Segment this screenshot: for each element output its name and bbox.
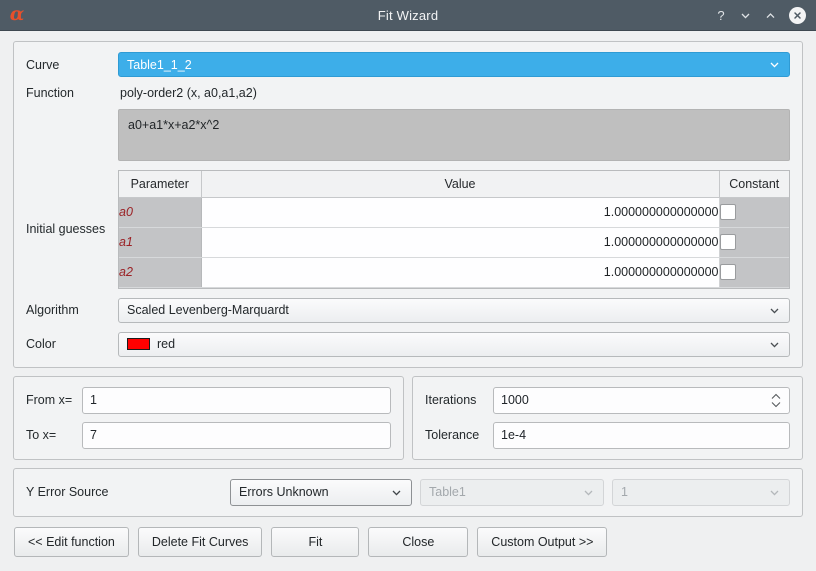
window-title: Fit Wizard [0, 8, 816, 23]
table-row: a1 1.000000000000000 [119, 227, 789, 257]
to-x-label: To x= [26, 428, 82, 442]
fit-button[interactable]: Fit [271, 527, 359, 557]
iterations-input[interactable]: 1000 [493, 387, 790, 414]
minimize-button[interactable] [739, 9, 753, 22]
chevron-down-icon [768, 58, 781, 71]
y-error-source-value: Errors Unknown [239, 485, 329, 499]
column-header-parameter: Parameter [119, 171, 201, 197]
to-x-row: To x= 7 [26, 422, 391, 449]
x-range-group: From x= 1 To x= 7 [13, 376, 404, 460]
delete-fit-curves-button[interactable]: Delete Fit Curves [138, 527, 263, 557]
chevron-down-icon [390, 486, 403, 499]
solver-group: Iterations 1000 Tolerance 1e-4 [412, 376, 803, 460]
app-logo-icon: α [0, 5, 34, 26]
curve-value: Table1_1_2 [127, 58, 192, 72]
close-icon[interactable] [789, 7, 806, 24]
range-solver-section: From x= 1 To x= 7 Iterations 1000 [13, 376, 803, 460]
chevron-down-icon [768, 338, 781, 351]
parameter-name-a1: a1 [119, 227, 201, 257]
help-button[interactable]: ? [714, 9, 728, 22]
constant-cell-a2 [719, 257, 789, 287]
constant-checkbox-a0[interactable] [720, 204, 736, 220]
chevron-down-icon [768, 304, 781, 317]
edit-function-button[interactable]: << Edit function [14, 527, 129, 557]
column-header-constant: Constant [719, 171, 789, 197]
from-x-row: From x= 1 [26, 387, 391, 414]
chevron-down-icon [768, 486, 781, 499]
curve-label: Curve [26, 58, 118, 72]
y-error-source-select[interactable]: Errors Unknown [230, 479, 412, 506]
error-table-value: Table1 [429, 485, 466, 499]
iterations-row: Iterations 1000 [425, 387, 790, 414]
color-row: Color red [26, 332, 790, 357]
fit-wizard-window: α Fit Wizard ? Curve Table1_1_2 [0, 0, 816, 571]
error-column-value: 1 [621, 485, 628, 499]
parameter-name-a0: a0 [119, 197, 201, 227]
y-error-source-group: Y Error Source Errors Unknown Table1 1 [13, 468, 803, 517]
close-button[interactable]: Close [368, 527, 468, 557]
algorithm-label: Algorithm [26, 303, 118, 317]
chevron-down-icon [582, 486, 595, 499]
constant-cell-a0 [719, 197, 789, 227]
fit-settings-group: Curve Table1_1_2 Function poly-order2 (x… [13, 41, 803, 368]
formula-display: a0+a1*x+a2*x^2 [118, 109, 790, 161]
function-label: Function [26, 86, 118, 100]
y-error-source-label: Y Error Source [26, 485, 222, 499]
constant-cell-a1 [719, 227, 789, 257]
algorithm-value: Scaled Levenberg-Marquardt [127, 303, 289, 317]
tolerance-row: Tolerance 1e-4 [425, 422, 790, 449]
table-row: a0 1.000000000000000 [119, 197, 789, 227]
tolerance-label: Tolerance [425, 428, 493, 442]
parameters-table: Parameter Value Constant a0 1.0000000000… [118, 170, 790, 289]
action-buttons: << Edit function Delete Fit Curves Fit C… [13, 525, 803, 557]
curve-row: Curve Table1_1_2 [26, 52, 790, 77]
curve-select[interactable]: Table1_1_2 [118, 52, 790, 77]
tolerance-input[interactable]: 1e-4 [493, 422, 790, 449]
color-label: Color [26, 337, 118, 351]
window-controls: ? [714, 7, 816, 24]
table-row: a2 1.000000000000000 [119, 257, 789, 287]
custom-output-button[interactable]: Custom Output >> [477, 527, 607, 557]
iterations-value: 1000 [501, 393, 529, 407]
algorithm-row: Algorithm Scaled Levenberg-Marquardt [26, 298, 790, 323]
parameter-value-a0[interactable]: 1.000000000000000 [201, 197, 719, 227]
to-x-input[interactable]: 7 [82, 422, 391, 449]
constant-checkbox-a1[interactable] [720, 234, 736, 250]
algorithm-select[interactable]: Scaled Levenberg-Marquardt [118, 298, 790, 323]
from-x-input[interactable]: 1 [82, 387, 391, 414]
iterations-label: Iterations [425, 393, 493, 407]
column-header-value: Value [201, 171, 719, 197]
dialog-body: Curve Table1_1_2 Function poly-order2 (x… [0, 31, 816, 571]
parameter-value-a1[interactable]: 1.000000000000000 [201, 227, 719, 257]
initial-guesses-label: Initial guesses [26, 222, 118, 236]
from-x-label: From x= [26, 393, 82, 407]
color-swatch-icon [127, 338, 150, 350]
parameter-value-a2[interactable]: 1.000000000000000 [201, 257, 719, 287]
spinner-icon[interactable] [764, 393, 782, 408]
color-value: red [157, 337, 175, 351]
function-signature: poly-order2 (x, a0,a1,a2) [118, 86, 790, 100]
constant-checkbox-a2[interactable] [720, 264, 736, 280]
color-select[interactable]: red [118, 332, 790, 357]
table-header-row: Parameter Value Constant [119, 171, 789, 197]
function-row: Function poly-order2 (x, a0,a1,a2) [26, 86, 790, 100]
title-bar: α Fit Wizard ? [0, 0, 816, 31]
formula-row: a0+a1*x+a2*x^2 [26, 109, 790, 161]
parameter-name-a2: a2 [119, 257, 201, 287]
error-table-select: Table1 [420, 479, 604, 506]
error-column-select: 1 [612, 479, 790, 506]
initial-guesses-row: Initial guesses Parameter Value Constant [26, 170, 790, 289]
maximize-button[interactable] [764, 9, 778, 22]
